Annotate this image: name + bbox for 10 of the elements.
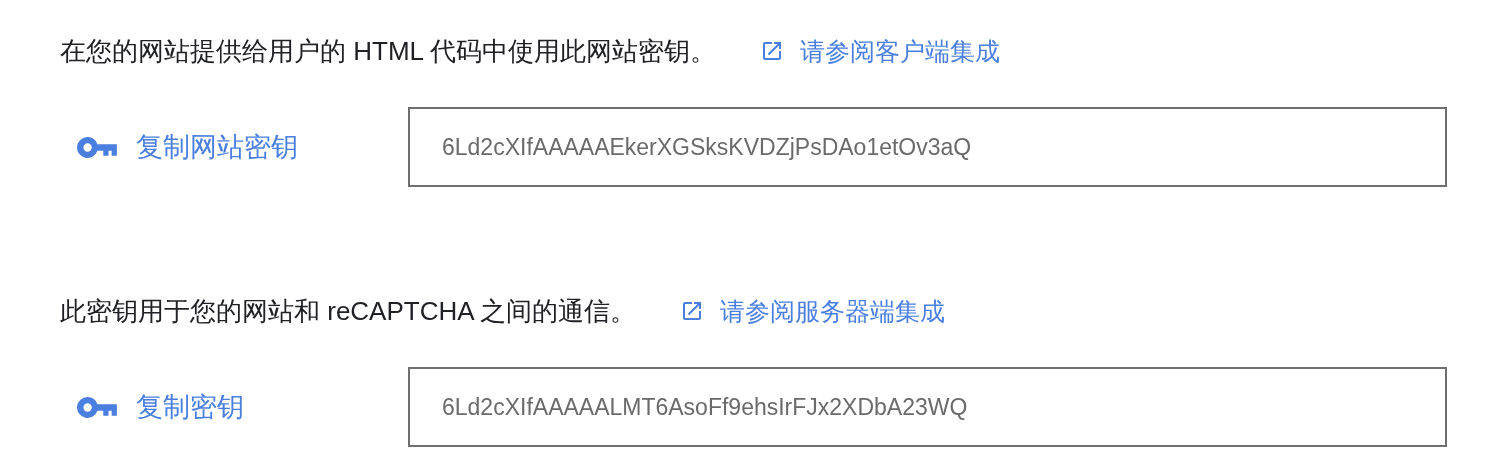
key-input-field[interactable]: 6Ld2cXIfAAAAALMT6AsoFf9ehsIrFJx2XDbA23WQ [408, 367, 1447, 447]
copy-key-button[interactable]: 复制密钥 [76, 389, 244, 425]
description-text: 此密钥用于您的网站和 reCAPTCHA 之间的通信。 [60, 294, 637, 328]
key-icon [76, 135, 118, 159]
description-text: 在您的网站提供给用户的 HTML 代码中使用此网站密钥。 [60, 34, 717, 68]
integration-link[interactable]: 请参阅客户端集成 [760, 34, 1001, 68]
integration-link[interactable]: 请参阅服务器端集成 [680, 294, 946, 328]
copy-key-button[interactable]: 复制网站密钥 [76, 129, 298, 165]
key-input-field[interactable]: 6Ld2cXIfAAAAAEkerXGSksKVDZjPsDAo1etOv3aQ [408, 107, 1447, 187]
key-icon [76, 395, 118, 419]
